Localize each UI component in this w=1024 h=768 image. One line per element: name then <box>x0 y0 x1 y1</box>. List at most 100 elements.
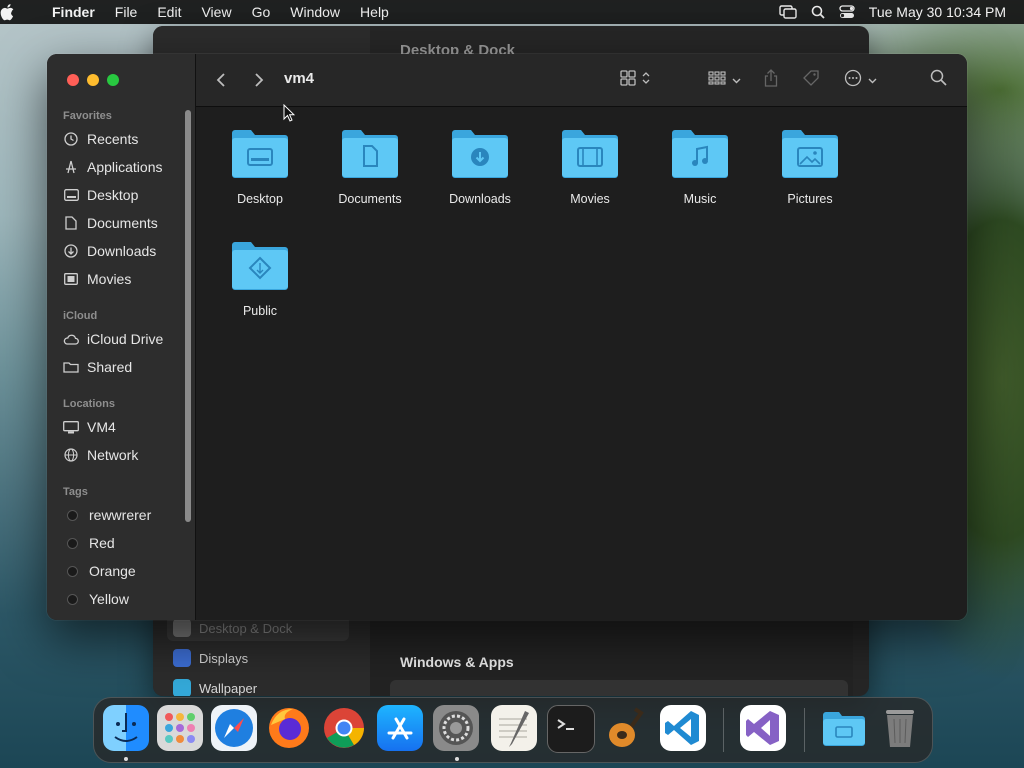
back-button[interactable] <box>216 68 226 92</box>
folder-label: Public <box>242 304 278 318</box>
settings-panel <box>390 680 848 696</box>
chevron-updown-icon <box>642 71 650 90</box>
sidebar-item-desktop[interactable]: Desktop <box>63 184 138 206</box>
sidebar-tag-rewwrerer[interactable]: rewwrerer <box>63 504 151 526</box>
spotlight-search-icon[interactable] <box>811 5 825 19</box>
sidebar-item-documents[interactable]: Documents <box>63 212 158 234</box>
tag-dot-icon <box>67 565 78 577</box>
settings-item-displays[interactable]: Displays <box>167 645 349 671</box>
dock-separator <box>723 708 724 752</box>
minimize-button[interactable] <box>87 74 99 86</box>
share-icon <box>764 68 778 92</box>
folder-label: Music <box>683 192 717 206</box>
dock-vscode-icon[interactable] <box>660 705 706 751</box>
ellipsis-circle-icon <box>844 69 862 92</box>
dock-safari-icon[interactable] <box>211 705 257 751</box>
tag-dot-icon <box>67 537 78 549</box>
menu-help[interactable]: Help <box>350 4 399 20</box>
dock-trash-icon[interactable] <box>877 705 923 751</box>
folder-downloads[interactable]: Downloads <box>430 127 530 206</box>
sidebar-item-label: Red <box>89 535 115 551</box>
folder-desktop-icon <box>230 127 290 184</box>
sidebar-item-vm4[interactable]: VM4 <box>63 416 116 438</box>
share-button[interactable] <box>764 68 778 92</box>
search-button[interactable] <box>930 68 947 92</box>
sidebar-item-network[interactable]: Network <box>63 444 138 466</box>
folder-label: Desktop <box>237 192 283 206</box>
sidebar-item-label: Movies <box>87 271 132 287</box>
mouse-cursor-icon <box>283 103 296 127</box>
close-button[interactable] <box>67 74 79 86</box>
dock-finder-icon[interactable] <box>103 705 149 751</box>
menu-file[interactable]: File <box>105 4 148 20</box>
menu-bar: Finder File Edit View Go Window Help Tue… <box>0 0 1024 24</box>
menu-clock[interactable]: Tue May 30 10:34 PM <box>869 4 1006 20</box>
folder-public[interactable]: Public <box>210 239 310 318</box>
sidebar-tag-yellow[interactable]: Yellow <box>63 588 129 610</box>
menu-edit[interactable]: Edit <box>147 4 191 20</box>
view-mode-button[interactable] <box>620 68 650 92</box>
computer-icon <box>63 419 79 435</box>
section-title: Windows & Apps <box>400 654 514 670</box>
finder-window: Favorites Recents Applications Desktop D… <box>47 54 967 620</box>
sidebar-item-label: iCloud Drive <box>87 331 164 347</box>
folder-pictures[interactable]: Pictures <box>760 127 860 206</box>
menu-view[interactable]: View <box>191 4 241 20</box>
finder-toolbar: vm4 <box>196 54 967 107</box>
dock-downloads-stack-icon[interactable] <box>821 705 867 751</box>
forward-button[interactable] <box>254 68 264 92</box>
sidebar-item-shared[interactable]: Shared <box>63 356 132 378</box>
tag-button[interactable] <box>802 68 820 92</box>
dock-textedit-icon[interactable] <box>491 705 537 751</box>
group-button[interactable] <box>708 68 741 92</box>
window-title: vm4 <box>284 70 315 87</box>
sidebar-section-icloud: iCloud <box>63 310 98 322</box>
document-icon <box>63 215 79 231</box>
dock-system-settings-icon[interactable] <box>433 705 479 751</box>
dock-app-store-icon[interactable] <box>377 705 423 751</box>
folder-label: Pictures <box>787 192 833 206</box>
sidebar-tag-orange[interactable]: Orange <box>63 560 136 582</box>
screen-mirroring-icon[interactable] <box>779 5 797 19</box>
chevron-down-icon <box>868 71 877 89</box>
folder-movies[interactable]: Movies <box>540 127 640 206</box>
menu-window[interactable]: Window <box>280 4 350 20</box>
sidebar-item-icloud-drive[interactable]: iCloud Drive <box>63 328 163 350</box>
dock-terminal-icon[interactable] <box>547 705 595 753</box>
zoom-button[interactable] <box>107 74 119 86</box>
tag-icon <box>802 69 820 92</box>
dock-visual-studio-icon[interactable] <box>740 705 786 751</box>
settings-item-label: Desktop & Dock <box>199 620 293 636</box>
sidebar-tag-red[interactable]: Red <box>63 532 115 554</box>
apple-menu-icon[interactable] <box>0 3 52 21</box>
folder-grid: Desktop Documents Downloads Movies Music <box>196 107 967 620</box>
dock-launchpad-icon[interactable] <box>157 705 203 751</box>
folder-music[interactable]: Music <box>650 127 750 206</box>
cloud-icon <box>63 331 79 347</box>
control-center-icon[interactable] <box>839 5 855 19</box>
folder-documents[interactable]: Documents <box>320 127 420 206</box>
menu-app-name[interactable]: Finder <box>52 4 105 20</box>
sidebar-item-recents[interactable]: Recents <box>63 128 138 150</box>
sidebar-section-tags: Tags <box>63 486 88 498</box>
tag-dot-icon <box>67 593 78 605</box>
sidebar-item-applications[interactable]: Applications <box>63 156 163 178</box>
folder-downloads-icon <box>450 127 510 184</box>
sidebar-item-downloads[interactable]: Downloads <box>63 240 156 262</box>
sidebar-item-label: Orange <box>89 563 136 579</box>
dock-firefox-icon[interactable] <box>266 705 312 751</box>
folder-movies-icon <box>560 127 620 184</box>
finder-sidebar: Favorites Recents Applications Desktop D… <box>47 54 196 620</box>
settings-item-wallpaper[interactable]: Wallpaper <box>167 675 349 696</box>
sidebar-item-movies[interactable]: Movies <box>63 268 131 290</box>
dock <box>93 697 933 763</box>
running-indicator <box>124 757 128 761</box>
folder-desktop[interactable]: Desktop <box>210 127 310 206</box>
dock-chrome-icon[interactable] <box>321 705 367 751</box>
menu-go[interactable]: Go <box>242 4 281 20</box>
sidebar-scrollbar[interactable] <box>185 110 191 522</box>
folder-pictures-icon <box>780 127 840 184</box>
more-actions-button[interactable] <box>844 68 877 92</box>
dock-garageband-icon[interactable] <box>603 705 649 751</box>
tag-dot-icon <box>67 509 78 521</box>
